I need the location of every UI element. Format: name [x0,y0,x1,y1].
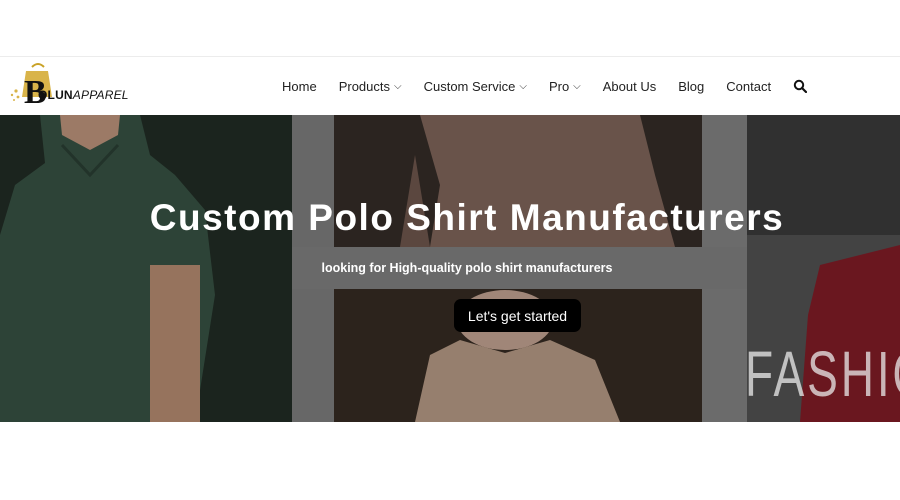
site-header: B OLUNAPPAREL Home Products ⌵ Custom Serv… [0,57,900,115]
nav-item-blog[interactable]: Blog [678,79,704,94]
nav-item-about-us[interactable]: About Us [603,79,656,94]
nav-item-custom-service[interactable]: Custom Service ⌵ [424,79,527,94]
logo-suffix: APPAREL [72,88,129,102]
logo-bag-icon: B [10,63,52,111]
main-nav: Home Products ⌵ Custom Service ⌵ Pro ⌵ Abou… [282,57,809,115]
nav-item-products[interactable]: Products ⌵ [339,79,402,94]
top-blank-area [0,0,900,57]
nav-item-home[interactable]: Home [282,79,317,94]
site-logo[interactable]: B OLUNAPPAREL [8,61,143,111]
hero-banner: FASHIO Custom Polo Shirt Manufacturers l… [0,115,900,422]
nav-item-contact[interactable]: Contact [726,79,771,94]
nav-item-pro[interactable]: Pro ⌵ [549,79,581,94]
logo-brand: OLUN [38,88,73,102]
get-started-button[interactable]: Let's get started [454,299,581,332]
hero-title: Custom Polo Shirt Manufacturers [149,197,785,238]
chevron-down-icon: ⌵ [394,80,402,92]
chevron-down-icon: ⌵ [573,80,581,92]
logo-wordmark: OLUNAPPAREL [38,88,129,102]
hero-subtitle: looking for High-quality polo shirt manu… [321,261,613,275]
hero-background-text: FASHIO [745,338,900,410]
chevron-down-icon: ⌵ [519,80,527,92]
search-icon[interactable] [793,78,809,94]
